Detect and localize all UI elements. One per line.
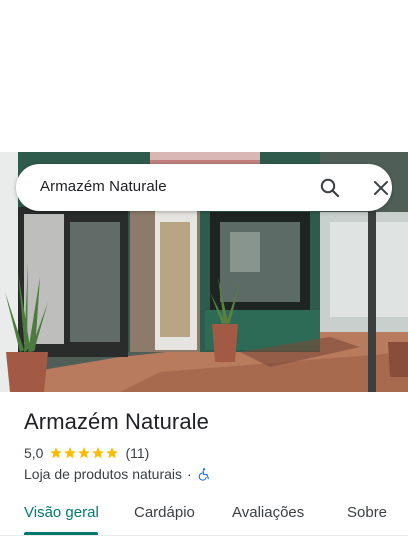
- search-input[interactable]: Armazém Naturale: [40, 178, 167, 195]
- star-icon: [78, 447, 91, 459]
- rating-row[interactable]: 5,0 (11): [24, 444, 149, 462]
- place-category[interactable]: Loja de produtos naturais: [24, 466, 182, 482]
- close-icon[interactable]: [369, 176, 393, 200]
- category-row: Loja de produtos naturais ·: [24, 465, 211, 483]
- separator-dot: ·: [187, 466, 192, 482]
- rating-value: 5,0: [24, 445, 44, 461]
- search-icon[interactable]: [318, 176, 342, 200]
- tab-about[interactable]: Sobre: [347, 504, 387, 521]
- rating-stars: [49, 446, 119, 460]
- star-icon: [92, 447, 105, 459]
- tab-reviews[interactable]: Avaliações: [232, 504, 304, 521]
- wheelchair-accessible-icon: [198, 468, 209, 481]
- tabs-divider: [0, 535, 408, 536]
- star-icon: [106, 447, 119, 459]
- place-title: Armazém Naturale: [24, 409, 209, 434]
- star-icon: [64, 447, 77, 459]
- map-blank-area: [0, 0, 408, 152]
- star-icon: [50, 447, 63, 459]
- search-bar[interactable]: Armazém Naturale: [16, 164, 392, 211]
- tab-bar: Visão geral Cardápio Avaliações Sobre: [0, 494, 408, 536]
- tab-overview[interactable]: Visão geral: [24, 504, 99, 521]
- review-count[interactable]: (11): [125, 445, 149, 461]
- tab-menu[interactable]: Cardápio: [134, 504, 195, 521]
